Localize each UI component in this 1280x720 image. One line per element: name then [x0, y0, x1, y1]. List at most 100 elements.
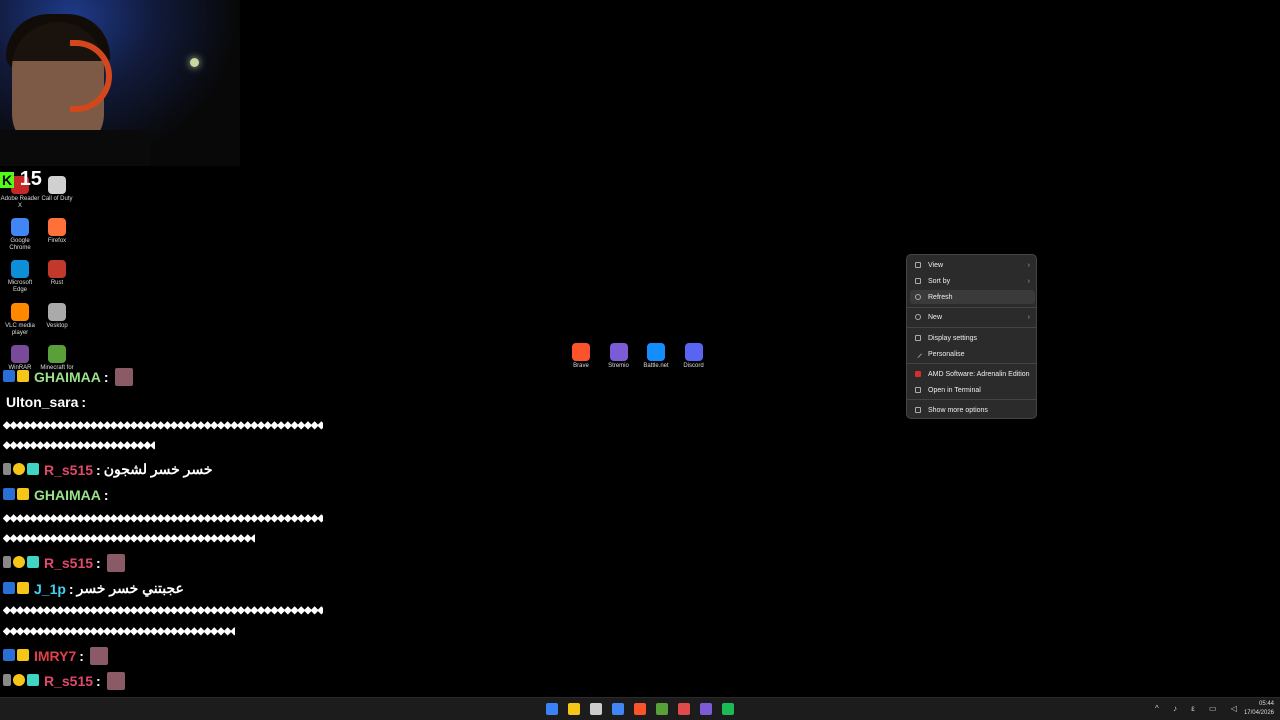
- chat-badges: [3, 369, 31, 385]
- desktop-icon-label: VLC media player: [5, 323, 35, 336]
- refresh-icon: [915, 294, 921, 300]
- kick-icon: K: [0, 172, 15, 188]
- desktop-icon[interactable]: Discord: [674, 343, 714, 370]
- chat-username[interactable]: R_s515: [44, 673, 93, 689]
- display-icon: [915, 335, 921, 341]
- desktop-icon[interactable]: Firefox: [37, 218, 77, 245]
- chat-username[interactable]: GHAIMAA: [34, 487, 101, 503]
- chat-spam-text: ◆◆◆◆◆◆◆◆◆◆◆◆◆◆◆◆◆◆◆◆◆◆◆◆◆◆◆◆◆◆◆◆◆◆◆◆◆◆◆◆…: [3, 420, 323, 431]
- menu-item-new[interactable]: New ›: [907, 310, 1036, 324]
- desktop-icon[interactable]: Stremio: [599, 343, 639, 370]
- chat-spam-text: ◆◆◆◆◆◆◆◆◆◆◆◆◆◆◆◆◆◆◆◆◆◆◆◆◆◆◆◆◆◆◆◆◆◆◆◆◆◆◆◆…: [3, 626, 235, 637]
- plus-icon: [915, 314, 921, 320]
- chevron-right-icon: ›: [1027, 261, 1030, 269]
- chat-message: IMRY7 :: [3, 647, 108, 665]
- chat-message: GHAIMAA :: [3, 368, 133, 386]
- chat-message: Ulton_sara :: [6, 394, 87, 410]
- chat-message: R_s515 : خسر خسر لشجون: [3, 461, 213, 478]
- chat-message: R_s515 :: [3, 554, 125, 572]
- menu-item-show-more[interactable]: Show more options: [907, 403, 1036, 417]
- desktop-icon-label: Firefox: [47, 238, 67, 244]
- menu-item-refresh[interactable]: Refresh: [910, 290, 1035, 304]
- start-icon[interactable]: [546, 703, 558, 715]
- more-options-icon: [915, 407, 921, 413]
- chat-spam-text: ◆◆◆◆◆◆◆◆◆◆◆◆◆◆◆◆◆◆◆◆◆◆◆◆◆◆◆◆◆◆◆◆◆◆◆◆◆◆◆◆…: [3, 440, 155, 451]
- kick-count: 15: [19, 168, 42, 190]
- menu-item-view[interactable]: View ›: [907, 258, 1036, 272]
- desktop-icon[interactable]: VLC media player: [0, 303, 40, 337]
- emote: [106, 554, 125, 572]
- app-icon: [48, 303, 66, 321]
- system-tray-icons[interactable]: ^ ♪ ε ▭ ◁: [1155, 704, 1243, 713]
- desktop-icon[interactable]: Microsoft Edge: [0, 260, 40, 294]
- app-icon: [684, 343, 703, 361]
- chat-username[interactable]: IMRY7: [34, 648, 76, 664]
- menu-item-display-settings[interactable]: Display settings: [907, 331, 1036, 345]
- taskbar-app-icon[interactable]: [634, 703, 646, 715]
- chat-badges: [3, 462, 41, 478]
- desktop-icon-label: Discord: [683, 363, 704, 369]
- app-icon: [11, 303, 29, 321]
- desktop-icon-label: Microsoft Edge: [7, 280, 33, 293]
- chat-username[interactable]: R_s515: [44, 462, 93, 478]
- app-icon: [572, 343, 590, 361]
- desktop-icon-label: Stremio: [608, 363, 629, 369]
- chat-badges: [3, 673, 41, 689]
- desktop-icon[interactable]: Call of Duty: [37, 176, 77, 203]
- chat-spam-text: ◆◆◆◆◆◆◆◆◆◆◆◆◆◆◆◆◆◆◆◆◆◆◆◆◆◆◆◆◆◆◆◆◆◆◆◆◆◆◆◆…: [3, 513, 323, 524]
- chevron-right-icon: ›: [1027, 277, 1030, 285]
- app-icon: [11, 260, 29, 278]
- emote: [106, 672, 125, 690]
- chat-text: عجبتني خسر خسر: [76, 580, 184, 596]
- app-icon: [11, 345, 29, 363]
- emote: [114, 368, 133, 386]
- app-icon: [609, 343, 628, 361]
- chat-message: R_s515 :: [3, 672, 125, 690]
- taskbar-app-icon[interactable]: [656, 703, 668, 715]
- emote: [89, 647, 108, 665]
- menu-item-sort-by[interactable]: Sort by ›: [907, 274, 1036, 288]
- desktop-icon[interactable]: Battle.net: [636, 343, 676, 370]
- kick-counter: K 15: [0, 168, 42, 191]
- chat-spam-text: ◆◆◆◆◆◆◆◆◆◆◆◆◆◆◆◆◆◆◆◆◆◆◆◆◆◆◆◆◆◆◆◆◆◆◆◆◆◆◆◆…: [3, 605, 323, 616]
- desktop-icon-label: Rust: [50, 280, 64, 286]
- taskbar-app-icon[interactable]: [590, 703, 602, 715]
- chat-badges: [3, 487, 31, 503]
- desktop-icon[interactable]: Vesktop: [37, 303, 77, 330]
- menu-item-terminal[interactable]: Open in Terminal: [907, 383, 1036, 397]
- taskbar-app-icon[interactable]: [722, 703, 734, 715]
- chat-username[interactable]: Ulton_sara: [6, 394, 78, 410]
- clock[interactable]: 05:44 17/04/2026: [1244, 700, 1274, 718]
- clock-date: 17/04/2026: [1243, 710, 1274, 716]
- desktop-icon-label: Brave: [573, 363, 589, 369]
- chat-message: J_1p : عجبتني خسر خسر: [3, 580, 184, 597]
- desktop-icon-label: Call of Duty: [41, 196, 73, 202]
- desktop-icon-label: Google Chrome: [9, 238, 31, 251]
- chat-username[interactable]: R_s515: [44, 555, 93, 571]
- taskbar-app-icon[interactable]: [568, 703, 580, 715]
- desktop-icon-label: Adobe Reader X: [0, 196, 40, 209]
- chevron-right-icon: ›: [1027, 313, 1030, 321]
- chat-username[interactable]: J_1p: [34, 581, 66, 597]
- chat-username[interactable]: GHAIMAA: [34, 369, 101, 385]
- chat-badges: [3, 555, 41, 571]
- desktop-icon-label: Vesktop: [46, 323, 68, 329]
- amd-icon: [915, 371, 921, 377]
- app-icon: [48, 176, 66, 194]
- chat-badges: [3, 581, 31, 597]
- desktop-icon[interactable]: Brave: [561, 343, 601, 370]
- desktop-icon[interactable]: Google Chrome: [0, 218, 40, 252]
- app-icon: [48, 218, 66, 236]
- chat-badges: [3, 648, 31, 664]
- taskbar: ^ ♪ ε ▭ ◁ 05:44 17/04/2026: [0, 697, 1280, 720]
- app-icon: [48, 345, 66, 363]
- menu-item-personalise[interactable]: Personalise: [907, 347, 1036, 361]
- desktop-icon-label: Battle.net: [643, 363, 669, 369]
- chat-spam-text: ◆◆◆◆◆◆◆◆◆◆◆◆◆◆◆◆◆◆◆◆◆◆◆◆◆◆◆◆◆◆◆◆◆◆◆◆◆◆◆◆…: [3, 533, 255, 544]
- taskbar-app-icon[interactable]: [678, 703, 690, 715]
- desktop-icon[interactable]: Rust: [37, 260, 77, 287]
- webcam-overlay: [0, 0, 240, 166]
- menu-item-amd[interactable]: AMD Software: Adrenalin Edition: [907, 367, 1036, 381]
- taskbar-app-icon[interactable]: [612, 703, 624, 715]
- taskbar-app-icon[interactable]: [700, 703, 712, 715]
